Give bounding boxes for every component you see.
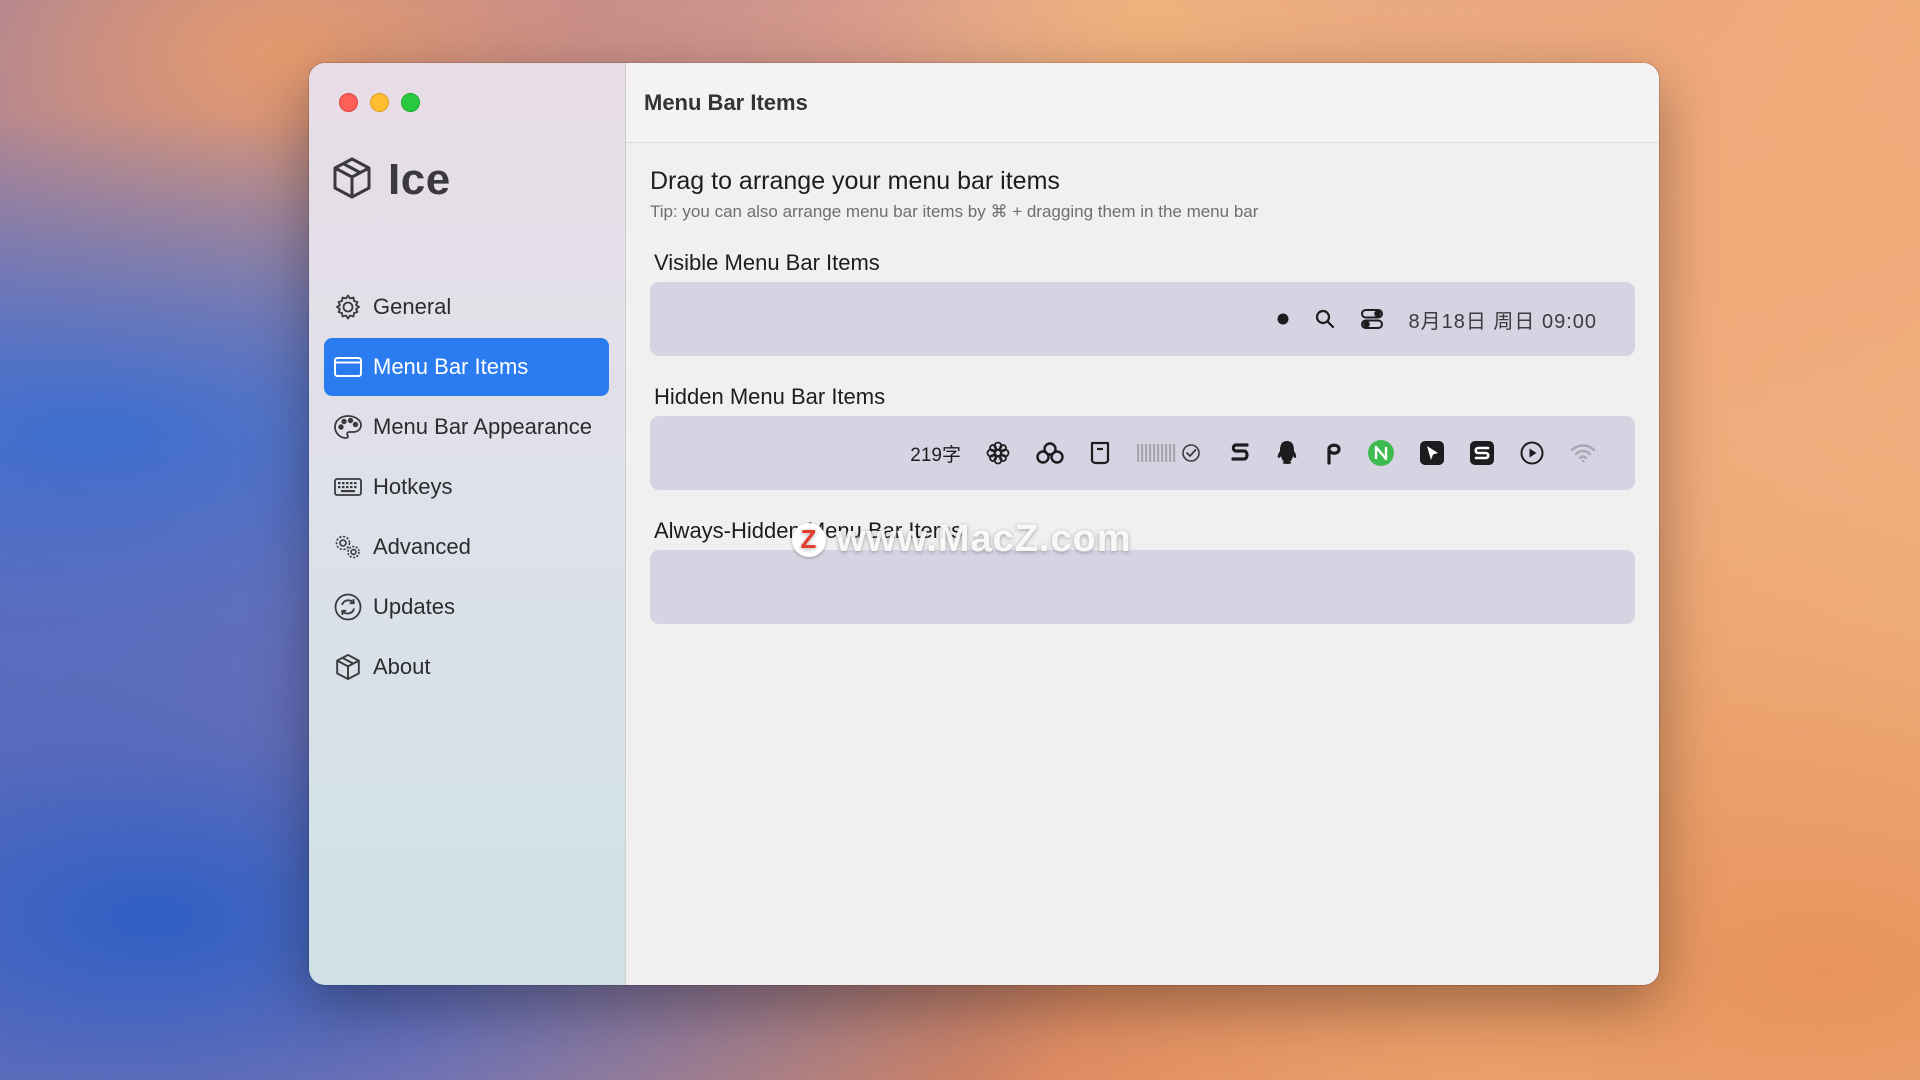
word-count-item[interactable]: 219字 — [910, 440, 961, 467]
sidebar-item-menu-bar-appearance[interactable]: Menu Bar Appearance — [324, 398, 609, 456]
flower-icon[interactable] — [985, 440, 1011, 466]
toolbar: Menu Bar Items — [626, 63, 1659, 143]
gears-icon — [333, 532, 363, 562]
cursor-logo-icon[interactable] — [1419, 440, 1445, 466]
sidebar-item-label: Advanced — [373, 534, 471, 559]
window-controls — [339, 93, 420, 112]
always-hidden-items-bar[interactable] — [650, 550, 1635, 624]
content: Drag to arrange your menu bar items Tip:… — [626, 143, 1659, 624]
palette-icon — [333, 412, 363, 442]
visible-items-label: Visible Menu Bar Items — [654, 250, 880, 275]
app-name: Ice — [388, 155, 451, 204]
sidebar-item-hotkeys[interactable]: Hotkeys — [324, 458, 609, 516]
cube-icon — [333, 652, 363, 682]
sidebar-item-label: Menu Bar Items — [373, 354, 529, 379]
p-logo-icon[interactable] — [1323, 439, 1343, 467]
sidebar-item-about[interactable]: About — [324, 638, 609, 696]
main-pane: Menu Bar Items Drag to arrange your menu… — [626, 63, 1659, 985]
sidebar: Ice General Menu Bar Items Menu Bar Appe… — [309, 63, 626, 985]
sidebar-item-label: Updates — [373, 594, 455, 619]
sidebar-item-label: General — [373, 294, 452, 319]
sidebar-nav: General Menu Bar Items Menu Bar Appearan… — [324, 278, 609, 698]
close-button[interactable] — [339, 93, 358, 112]
progress-check-icon[interactable] — [1135, 441, 1205, 465]
play-circle-icon[interactable] — [1519, 440, 1545, 466]
sidebar-item-advanced[interactable]: Advanced — [324, 518, 609, 576]
cube-icon — [330, 156, 374, 205]
watermark-text: www.MacZ.com — [836, 518, 1132, 560]
hidden-items-bar[interactable]: 219字 — [650, 416, 1635, 490]
search-icon[interactable] — [1314, 308, 1336, 330]
keyboard-icon — [333, 472, 363, 502]
gear-icon — [333, 292, 363, 322]
control-center-icon[interactable] — [1360, 308, 1384, 330]
refresh-icon — [333, 592, 363, 622]
visible-items-bar[interactable]: 8月18日 周日 09:00 — [650, 282, 1635, 356]
n-logo-icon[interactable] — [1367, 439, 1395, 467]
sidebar-item-menu-bar-items[interactable]: Menu Bar Items — [324, 338, 609, 396]
cup-icon[interactable] — [1089, 440, 1111, 466]
cloud-cluster-icon[interactable] — [1035, 441, 1065, 465]
sidebar-item-updates[interactable]: Updates — [324, 578, 609, 636]
tip-text: Tip: you can also arrange menu bar items… — [650, 202, 1259, 221]
hidden-items-label: Hidden Menu Bar Items — [654, 384, 886, 409]
sidebar-item-general[interactable]: General — [324, 278, 609, 336]
dot-icon[interactable] — [1276, 312, 1290, 326]
app-title: Ice — [330, 155, 451, 205]
qq-icon[interactable] — [1275, 439, 1299, 467]
sidebar-item-label: Hotkeys — [373, 474, 453, 499]
minimize-button[interactable] — [370, 93, 389, 112]
sidebar-item-label: Menu Bar Appearance — [373, 414, 592, 439]
s-box-icon[interactable] — [1469, 440, 1495, 466]
wifi-icon[interactable] — [1569, 442, 1597, 464]
watermark: Z www.MacZ.com — [792, 518, 1132, 561]
clock-item[interactable]: 8月18日 周日 09:00 — [1408, 305, 1597, 334]
watermark-badge: Z — [792, 522, 826, 557]
section-heading: Drag to arrange your menu bar items — [650, 167, 1060, 195]
zoom-button[interactable] — [401, 93, 420, 112]
sidebar-item-label: About — [373, 654, 431, 679]
window-icon — [333, 352, 363, 382]
page-title: Menu Bar Items — [644, 89, 808, 115]
s-logo-icon[interactable] — [1229, 440, 1251, 466]
